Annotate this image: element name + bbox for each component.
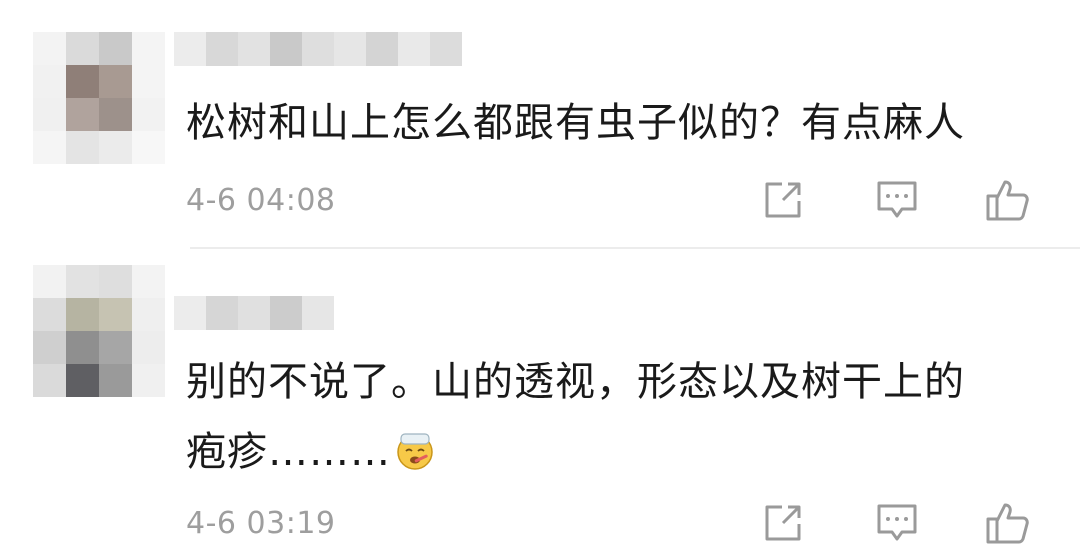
avatar-mosaic-cell <box>33 32 66 65</box>
username-mosaic-cell <box>270 32 302 66</box>
username-mosaic-cell <box>302 32 334 66</box>
username-mosaic-cell <box>398 32 430 66</box>
avatar-mosaic-cell <box>99 331 132 364</box>
avatar-mosaic-cell <box>132 364 165 397</box>
username-mosaic-cell <box>430 32 462 66</box>
avatar-mosaic-cell <box>33 298 66 331</box>
thumbs-up-icon <box>986 503 1029 544</box>
avatar-mosaic-cell <box>99 32 132 65</box>
like-button[interactable] <box>984 499 1032 547</box>
avatar-mosaic-cell <box>132 131 165 164</box>
avatar-mosaic-cell <box>66 331 99 364</box>
avatar-mosaic-cell <box>33 265 66 298</box>
avatar-mosaic-cell <box>132 298 165 331</box>
share-icon <box>765 182 801 218</box>
avatar-mosaic-cell <box>66 98 99 131</box>
username-pixelated[interactable] <box>174 32 462 66</box>
comment-text: 别的不说了。山的透视，形态以及树干上的 疱疹……… <box>186 347 1044 487</box>
comment-text: 松树和山上怎么都跟有虫子似的？有点麻人 <box>186 88 1044 158</box>
avatar-mosaic-cell <box>33 331 66 364</box>
like-button[interactable] <box>984 176 1032 224</box>
username-mosaic-cell <box>206 296 238 330</box>
username-mosaic-cell <box>206 32 238 66</box>
avatar-mosaic-cell <box>132 265 165 298</box>
username-mosaic-cell <box>302 296 334 330</box>
avatar-mosaic-cell <box>66 131 99 164</box>
reply-button[interactable] <box>873 176 921 224</box>
comment-text-line: 松树和山上怎么都跟有虫子似的？有点麻人 <box>186 100 965 146</box>
avatar-mosaic-cell <box>66 65 99 98</box>
avatar-mosaic-cell <box>33 65 66 98</box>
username-pixelated[interactable] <box>174 296 334 330</box>
thumbs-up-icon <box>986 180 1029 221</box>
comment-icon <box>877 504 917 541</box>
avatar-mosaic-cell <box>99 98 132 131</box>
username-mosaic-cell <box>366 32 398 66</box>
avatar-mosaic-cell <box>99 65 132 98</box>
comment-list: 松树和山上怎么都跟有虫子似的？有点麻人 4-6 04:08 别的不说了。山的透视… <box>0 0 1080 552</box>
comment-item: 松树和山上怎么都跟有虫子似的？有点麻人 4-6 04:08 <box>0 0 1080 250</box>
avatar-mosaic-cell <box>99 131 132 164</box>
avatar-mosaic-cell <box>132 98 165 131</box>
share-button[interactable] <box>759 176 807 224</box>
username-mosaic-cell <box>334 32 366 66</box>
avatar-mosaic-cell <box>132 65 165 98</box>
username-mosaic-cell <box>174 32 206 66</box>
avatar-mosaic-cell <box>33 364 66 397</box>
username-mosaic-cell <box>238 32 270 66</box>
comment-text-line-2: 疱疹……… <box>186 417 1044 487</box>
username-mosaic-cell <box>174 296 206 330</box>
share-button[interactable] <box>759 499 807 547</box>
reply-button[interactable] <box>873 499 921 547</box>
avatar-mosaic-cell <box>66 364 99 397</box>
comment-timestamp: 4-6 03:19 <box>186 506 336 541</box>
username-mosaic-cell <box>270 296 302 330</box>
avatar-mosaic-cell <box>132 331 165 364</box>
avatar[interactable] <box>33 32 165 164</box>
avatar-mosaic-cell <box>33 131 66 164</box>
avatar-mosaic-cell <box>99 265 132 298</box>
avatar-mosaic-cell <box>132 32 165 65</box>
comment-icon <box>877 181 917 218</box>
share-icon <box>765 505 801 541</box>
avatar[interactable] <box>33 265 165 397</box>
comment-text-line: 别的不说了。山的透视，形态以及树干上的 <box>186 359 965 405</box>
avatar-mosaic-cell <box>33 98 66 131</box>
avatar-mosaic-cell <box>99 298 132 331</box>
avatar-mosaic-cell <box>66 298 99 331</box>
sick-face-emoji <box>397 433 433 470</box>
comment-item: 别的不说了。山的透视，形态以及树干上的 疱疹……… 4-6 03:19 <box>0 250 1080 552</box>
avatar-mosaic-cell <box>66 265 99 298</box>
username-mosaic-cell <box>238 296 270 330</box>
avatar-mosaic-cell <box>66 32 99 65</box>
divider <box>190 247 1080 249</box>
avatar-mosaic-cell <box>99 364 132 397</box>
comment-timestamp: 4-6 04:08 <box>186 183 336 218</box>
comment-text-line-2-content: 疱疹……… <box>186 429 391 475</box>
